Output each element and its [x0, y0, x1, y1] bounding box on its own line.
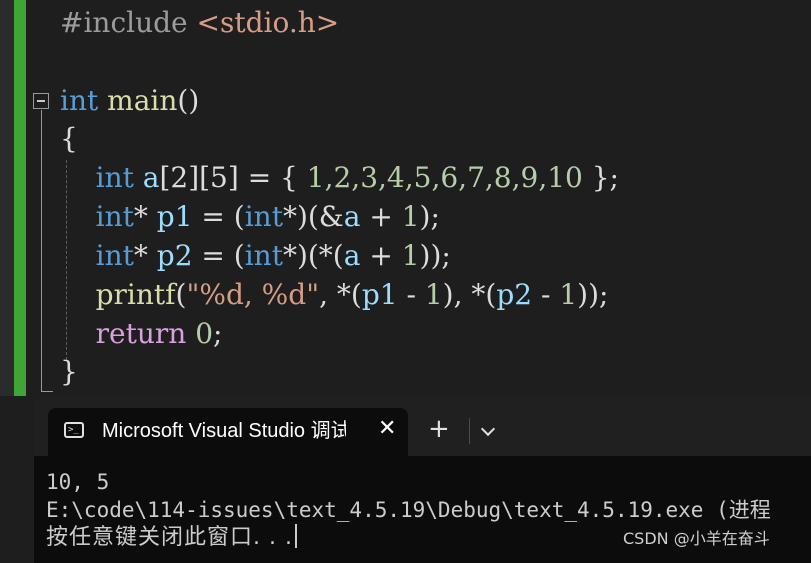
code-token: }; — [582, 161, 619, 194]
code-token: + — [360, 239, 402, 272]
code-token: () — [177, 84, 200, 117]
code-token: ), *( — [442, 278, 497, 311]
watermark: CSDN @小羊在奋斗 — [623, 529, 770, 548]
code-token: <stdio.h> — [196, 6, 340, 39]
plus-icon[interactable]: + — [428, 414, 450, 444]
code-token: main — [107, 84, 178, 117]
text-cursor — [294, 524, 297, 548]
code-token: p1 — [361, 278, 398, 311]
chevron-down-icon[interactable] — [479, 416, 497, 444]
code-token: *)(& — [282, 200, 344, 233]
code-token: ; — [213, 317, 223, 350]
code-line[interactable]: { — [60, 122, 78, 156]
code-line[interactable]: } — [60, 355, 78, 389]
code-token: a — [343, 200, 361, 233]
close-icon[interactable]: ✕ — [378, 416, 396, 442]
code-token: a — [343, 239, 361, 272]
code-token: )); — [577, 278, 609, 311]
code-token: { — [60, 122, 78, 155]
code-token: #include — [60, 6, 197, 39]
code-token: int — [244, 200, 283, 233]
code-line[interactable]: int main() — [60, 84, 199, 118]
code-token: p2 — [156, 239, 193, 272]
code-token: } — [60, 355, 78, 388]
code-token: a — [142, 161, 160, 194]
fold-guide — [41, 110, 42, 392]
code-token: 1,2,3,4,5,6,7,8,9,10 — [306, 161, 583, 194]
code-token: "%d, %d" — [186, 278, 320, 311]
code-token: )); — [419, 239, 451, 272]
code-token: 1 — [401, 239, 420, 272]
code-line[interactable]: return 0; — [60, 317, 223, 351]
terminal-tab-bar: >_ Microsoft Visual Studio 调试控制台 ✕ + — [34, 396, 811, 456]
console-output-line: 10, 5 — [46, 470, 110, 494]
code-token: * — [133, 200, 157, 233]
code-line[interactable]: int* p2 = (int*)(*(a + 1)); — [60, 239, 451, 273]
editor-margin — [0, 0, 14, 396]
console-output-line: 按任意键关闭此窗口. . . — [46, 524, 297, 552]
code-token: [2][5] = { — [159, 161, 307, 194]
collapse-icon[interactable] — [33, 93, 49, 109]
code-token: = ( — [192, 200, 245, 233]
code-token: return — [95, 317, 187, 350]
fold-guide-end — [41, 391, 53, 392]
code-token: *)(*( — [282, 239, 344, 272]
code-token: printf — [95, 278, 176, 311]
code-token: * — [133, 239, 157, 272]
terminal-tab-icon-glyph: >_ — [68, 425, 79, 435]
code-line[interactable]: int* p1 = (int*)(&a + 1); — [60, 200, 440, 234]
code-token: = ( — [192, 239, 245, 272]
code-line[interactable]: int a[2][5] = { 1,2,3,4,5,6,7,8,9,10 }; — [60, 161, 619, 195]
code-token: int — [95, 239, 134, 272]
code-token: - — [397, 278, 425, 311]
code-token: ); — [419, 200, 440, 233]
code-token: 1 — [424, 278, 443, 311]
code-token: int — [60, 84, 99, 117]
terminal-window[interactable]: >_ Microsoft Visual Studio 调试控制台 ✕ + 10,… — [34, 396, 811, 563]
code-token: p2 — [496, 278, 533, 311]
change-tracking-bar — [14, 0, 26, 396]
code-token: , *( — [319, 278, 362, 311]
tab-title: Microsoft Visual Studio 调试控制台 — [102, 420, 346, 442]
code-token: - — [532, 278, 560, 311]
terminal-tab[interactable]: >_ Microsoft Visual Studio 调试控制台 ✕ — [48, 408, 408, 456]
terminal-tab-icon: >_ — [64, 422, 84, 438]
code-token: + — [360, 200, 402, 233]
code-token: p1 — [156, 200, 193, 233]
code-token: int — [244, 239, 283, 272]
code-editor[interactable]: #include <stdio.h> int main() { int a[2]… — [0, 0, 811, 396]
console-output-line: E:\code\114-issues\text_4.5.19\Debug\tex… — [46, 498, 771, 522]
console-prompt-text: 按任意键关闭此窗口. . . — [46, 525, 293, 550]
code-token: int — [95, 200, 134, 233]
code-line[interactable]: #include <stdio.h> — [60, 6, 339, 40]
tab-separator — [469, 418, 470, 444]
code-token: ( — [175, 278, 187, 311]
code-token: int — [95, 161, 134, 194]
code-token: 1 — [559, 278, 578, 311]
code-token: 1 — [401, 200, 420, 233]
code-token: 0 — [195, 317, 214, 350]
code-line[interactable]: printf("%d, %d", *(p1 - 1), *(p2 - 1)); — [60, 278, 609, 312]
